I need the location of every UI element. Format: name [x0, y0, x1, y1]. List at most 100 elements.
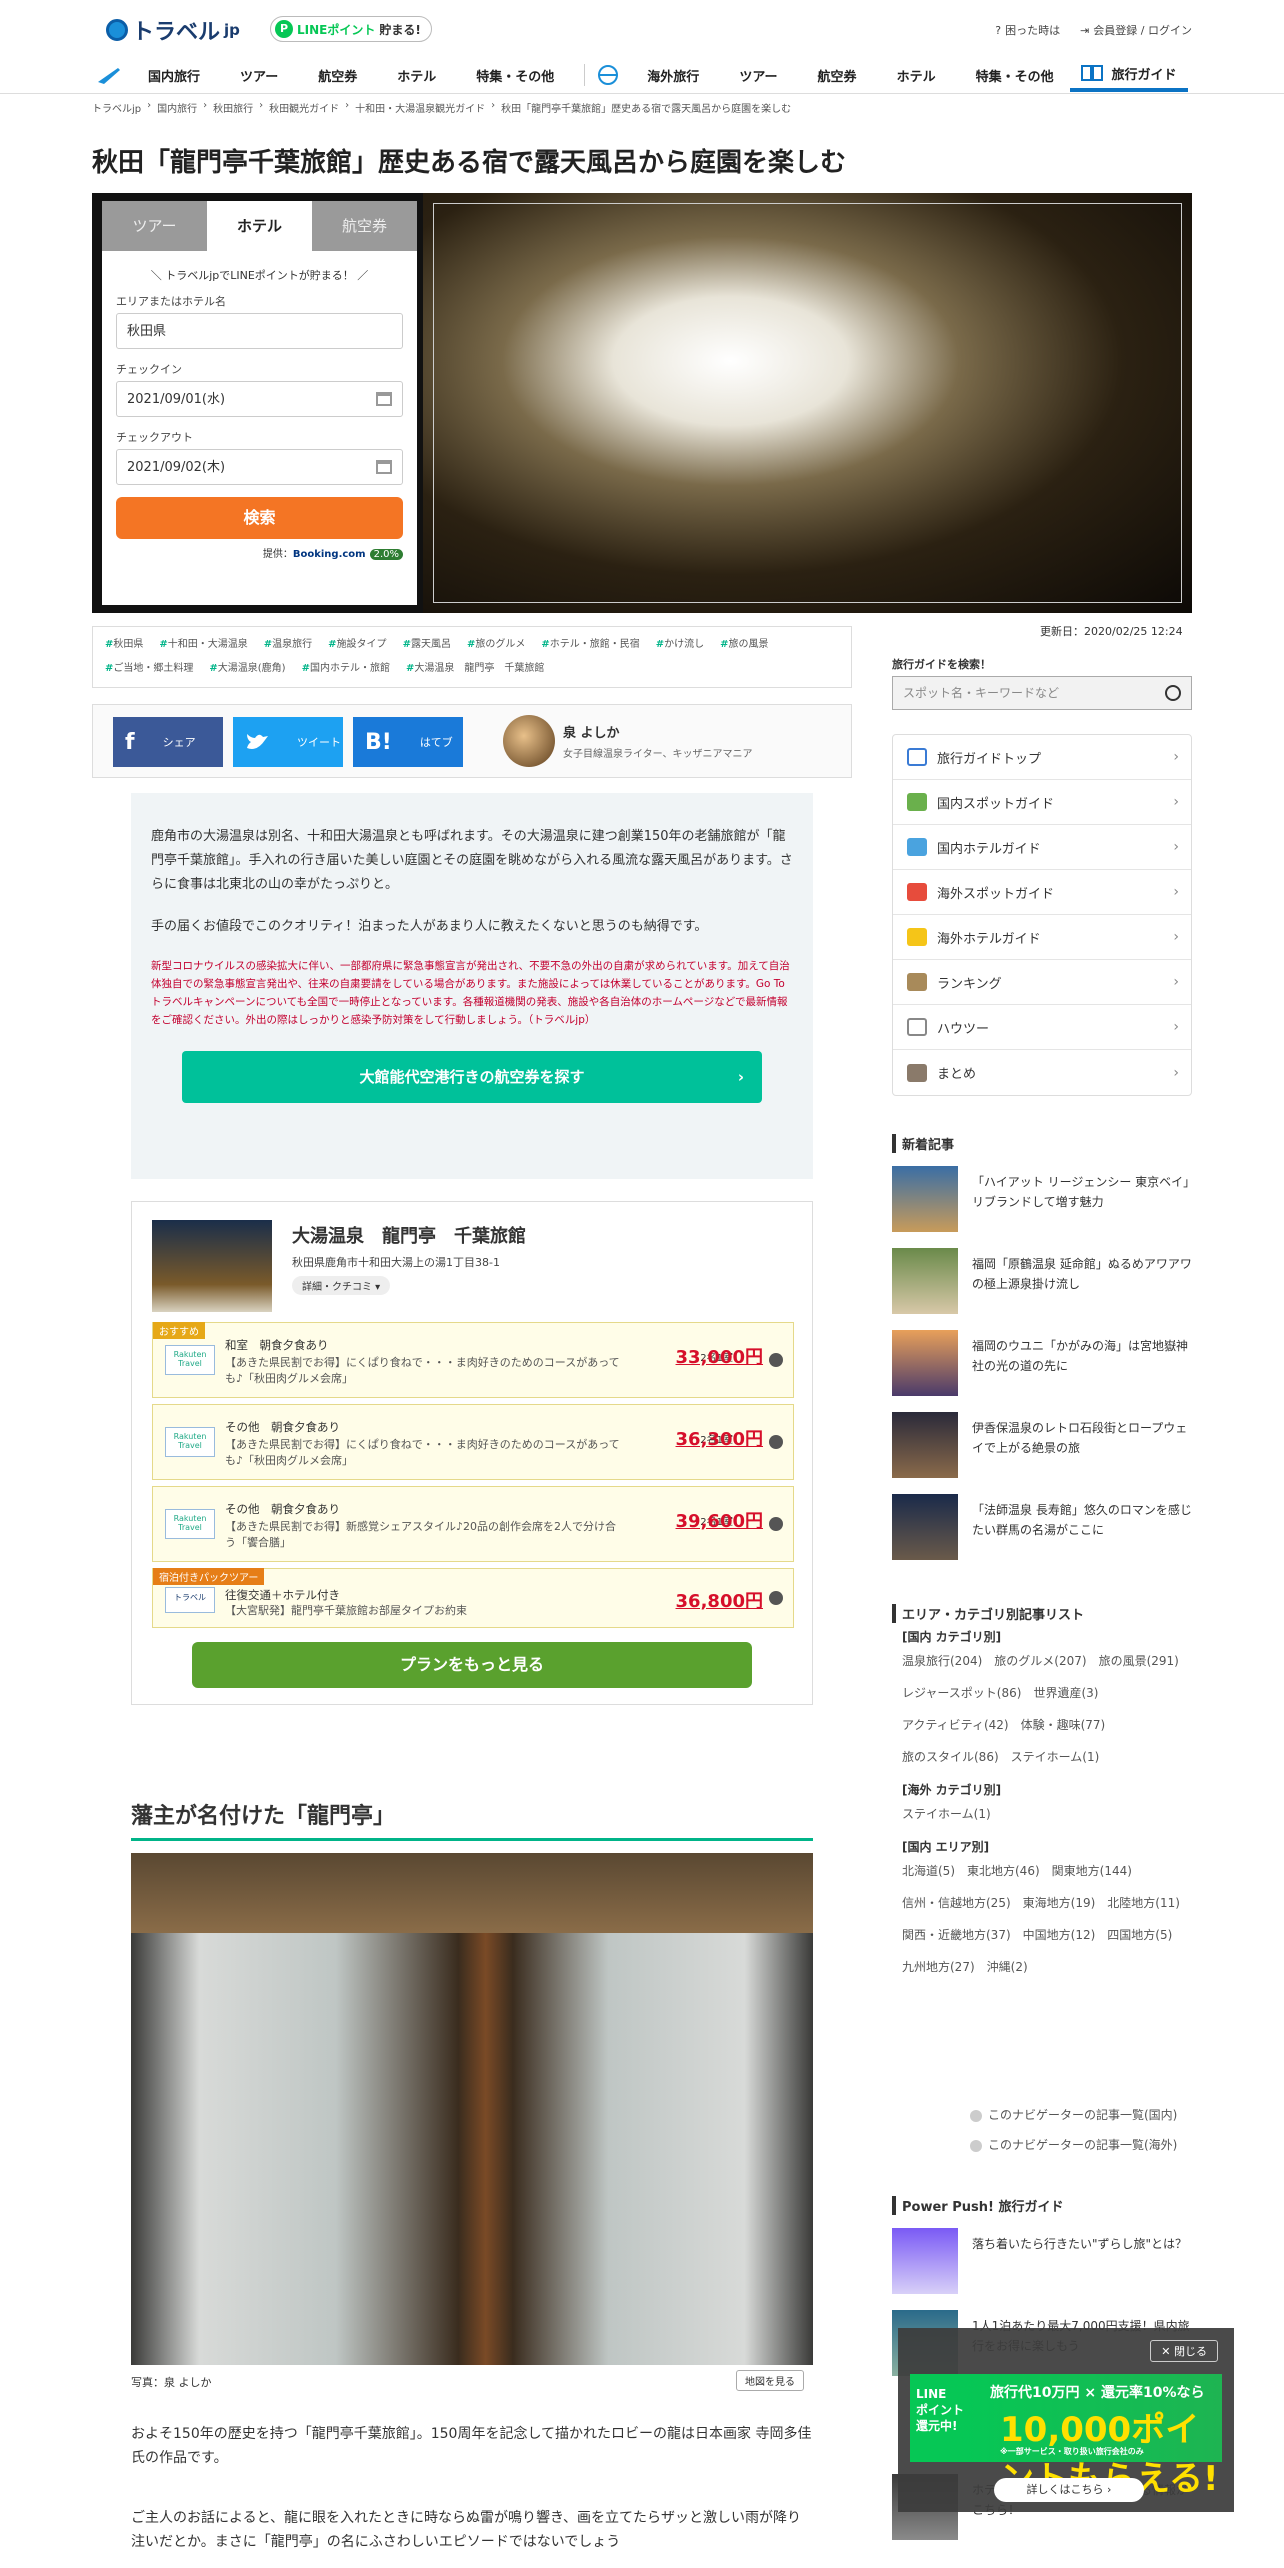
area-link[interactable]: 沖縄(2) [987, 1951, 1028, 1983]
area-link[interactable]: 四国地方(5) [1107, 1919, 1172, 1951]
area-link[interactable]: 九州地方(27) [902, 1951, 975, 1983]
tag-link[interactable]: 秋田県 [105, 635, 143, 655]
menu-guide-top[interactable]: 旅行ガイドトップ [893, 735, 1191, 780]
nav-overseas-hotel[interactable]: ホテル [877, 66, 956, 85]
hotel-thumbnail[interactable] [152, 1220, 272, 1312]
global-nav: 国内旅行 ツアー 航空券 ホテル 特集・その他 海外旅行 ツアー 航空券 ホテル… [96, 58, 1188, 92]
category-link[interactable]: 世界遺産(3) [1033, 1677, 1098, 1709]
tag-link[interactable]: 温泉旅行 [264, 635, 312, 655]
news-item[interactable]: 福岡のウユニ「かがみの海」は宮地嶽神社の光の道の先に [892, 1330, 1192, 1412]
hotel-name[interactable]: 大湯温泉 龍門亭 千葉旅館 [292, 1222, 526, 1248]
nav-travel-guide[interactable]: 旅行ガイド [1070, 58, 1188, 92]
breadcrumb-item[interactable]: 国内旅行 [157, 100, 197, 115]
search-flight-button[interactable]: 大館能代空港行きの航空券を探す [182, 1051, 762, 1103]
twitter-share-button[interactable]: ツイート [233, 717, 343, 767]
nav-overseas-flight[interactable]: 航空券 [798, 66, 877, 85]
menu-overseas-hotel[interactable]: 海外ホテルガイド [893, 915, 1191, 960]
news-item[interactable]: 伊香保温泉のレトロ石段街とロープウェイで上がる絶景の旅 [892, 1412, 1192, 1494]
search-icon[interactable] [1165, 685, 1181, 701]
more-plans-button[interactable]: プランをもっと見る [192, 1642, 752, 1688]
hatena-bookmark-button[interactable]: B! はてブ [353, 717, 463, 767]
breadcrumb-item[interactable]: 秋田観光ガイド [269, 100, 339, 115]
nav-overseas-travel[interactable]: 海外旅行 [627, 66, 719, 85]
tag-link[interactable]: かけ流し [656, 635, 704, 655]
facebook-share-button[interactable]: f シェア [113, 717, 223, 767]
tag-link[interactable]: ご当地・郷土料理 [105, 659, 193, 679]
plan-row[interactable]: Rakuten Travel その他 朝食夕食あり 【あきた県民割でお得】にくぱ… [152, 1404, 794, 1480]
plan-row[interactable]: 宿泊付きパックツアー トラベル 往復交通＋ホテル付き 【大宮駅発】龍門亭千葉旅館… [152, 1568, 794, 1628]
globe-nav-icon [598, 65, 619, 85]
category-link[interactable]: 旅のグルメ(207) [994, 1645, 1086, 1677]
nav-overseas-tour[interactable]: ツアー [719, 66, 797, 85]
guide-search-input[interactable]: スポット名・キーワードなど [892, 676, 1192, 710]
power-push-item[interactable]: 落ち着いたら行きたい"ずらし旅"とは？ [892, 2228, 1192, 2310]
area-link[interactable]: 北陸地方(11) [1107, 1887, 1180, 1919]
menu-ranking[interactable]: ランキング [893, 960, 1191, 1005]
plan-row[interactable]: Rakuten Travel その他 朝食夕食あり 【あきた県民割でお得】新感覚… [152, 1486, 794, 1562]
campaign-banner[interactable]: LINE ポイント 還元中! 旅行代10万円 × 還元率10%なら 10,000… [910, 2374, 1222, 2499]
category-link[interactable]: 旅の風景(291) [1099, 1645, 1179, 1677]
area-link[interactable]: 信州・信越地方(25) [902, 1887, 1011, 1919]
plan-row[interactable]: おすすめ Rakuten Travel 和室 朝食夕食あり 【あきた県民割でお得… [152, 1322, 794, 1398]
menu-domestic-spot[interactable]: 国内スポットガイド [893, 780, 1191, 825]
breadcrumb-item[interactable]: 十和田・大湯温泉観光ガイド [355, 100, 485, 115]
tag-link[interactable]: 旅のグルメ [467, 635, 525, 655]
tag-link[interactable]: 旅の風景 [720, 635, 769, 655]
navigator-overseas-link[interactable]: このナビゲーターの記事一覧(海外) [970, 2136, 1177, 2153]
area-link[interactable]: 中国地方(12) [1023, 1919, 1096, 1951]
category-link[interactable]: 旅のスタイル(86) [902, 1741, 999, 1773]
nav-domestic-hotel[interactable]: ホテル [377, 66, 456, 85]
area-link[interactable]: 関西・近畿地方(37) [902, 1919, 1011, 1951]
nav-domestic-flight[interactable]: 航空券 [298, 66, 377, 85]
news-item[interactable]: 「ハイアット リージェンシー 東京ベイ」リブランドして増す魅力 [892, 1166, 1192, 1248]
menu-matome[interactable]: まとめ [893, 1050, 1191, 1095]
category-link[interactable]: ステイホーム(1) [1011, 1741, 1100, 1773]
tag-link[interactable]: 大湯温泉 龍門亭 千葉旅館 [406, 659, 544, 679]
category-link[interactable]: 温泉旅行(204) [902, 1645, 982, 1677]
nav-domestic-tour[interactable]: ツアー [220, 66, 298, 85]
category-link[interactable]: ステイホーム(1) [902, 1798, 991, 1830]
breadcrumb-item[interactable]: トラベルjp [92, 100, 141, 115]
tab-hotel[interactable]: ホテル [207, 201, 312, 251]
tag-link[interactable]: ホテル・旅館・民宿 [541, 635, 640, 655]
tab-tour[interactable]: ツアー [102, 201, 207, 251]
popup-detail-button[interactable]: 詳しくはこちら › [994, 2478, 1144, 2502]
area-link[interactable]: 関東地方(144) [1052, 1855, 1132, 1887]
site-logo[interactable]: トラベル jp [106, 14, 240, 46]
line-points-badge[interactable]: P LINEポイント 貯まる! [270, 16, 432, 42]
navigator-domestic-link[interactable]: このナビゲーターの記事一覧(国内) [970, 2106, 1177, 2123]
login-link[interactable]: ⇥ 会員登録 / ログイン [1080, 22, 1192, 38]
tag-link[interactable]: 露天風呂 [403, 635, 451, 655]
help-link[interactable]: ? 困った時は [995, 22, 1060, 38]
area-link[interactable]: 北海道(5) [902, 1855, 955, 1887]
breadcrumb-item[interactable]: 秋田旅行 [213, 100, 253, 115]
checkin-input[interactable]: 2021/09/01(水) [116, 381, 403, 417]
category-link[interactable]: 体験・趣味(77) [1021, 1709, 1106, 1741]
author-card[interactable]: 泉 よしか 女子目線温泉ライター、キッザニアマニア [503, 715, 753, 767]
menu-howto[interactable]: ハウツー [893, 1005, 1191, 1050]
news-item[interactable]: 「法師温泉 長寿館」悠久のロマンを感じたい群馬の名湯がここに [892, 1494, 1192, 1576]
search-button[interactable]: 検索 [116, 497, 403, 539]
reviews-button[interactable]: 詳細・クチコミ ▾ [292, 1276, 391, 1295]
category-link[interactable]: レジャースポット(86) [902, 1677, 1021, 1709]
menu-overseas-spot[interactable]: 海外スポットガイド [893, 870, 1191, 915]
map-button[interactable]: 地図を見る [736, 2370, 804, 2391]
nav-domestic-travel[interactable]: 国内旅行 [128, 66, 220, 85]
area-input[interactable]: 秋田県 [116, 313, 403, 349]
menu-domestic-hotel[interactable]: 国内ホテルガイド [893, 825, 1191, 870]
nav-overseas-special[interactable]: 特集・その他 [956, 66, 1074, 85]
tag-link[interactable]: 十和田・大湯温泉 [159, 635, 248, 655]
site-header: トラベル jp P LINEポイント 貯まる! ? 困った時は ⇥ 会員登録 / ログイ… [0, 0, 1284, 94]
popup-close-button[interactable]: ✕ 閉じる [1150, 2340, 1218, 2362]
nav-domestic-special[interactable]: 特集・その他 [456, 66, 574, 85]
tag-link[interactable]: 施設タイプ [328, 635, 387, 655]
checkout-input[interactable]: 2021/09/02(木) [116, 449, 403, 485]
area-link[interactable]: 東北地方(46) [967, 1855, 1040, 1887]
tag-link[interactable]: 大湯温泉(鹿角) [209, 659, 286, 679]
area-link[interactable]: 東海地方(19) [1023, 1887, 1096, 1919]
tag-link[interactable]: 国内ホテル・旅館 [302, 659, 390, 679]
category-link[interactable]: アクティビティ(42) [902, 1709, 1009, 1741]
intro-paragraph: 鹿角市の大湯温泉は別名、十和田大湯温泉とも呼ばれます。その大湯温泉に建つ創業15… [151, 829, 793, 892]
tab-flight[interactable]: 航空券 [312, 201, 417, 251]
news-item[interactable]: 福岡「原鶴温泉 延命館」ぬるめアワアワの極上源泉掛け流し [892, 1248, 1192, 1330]
